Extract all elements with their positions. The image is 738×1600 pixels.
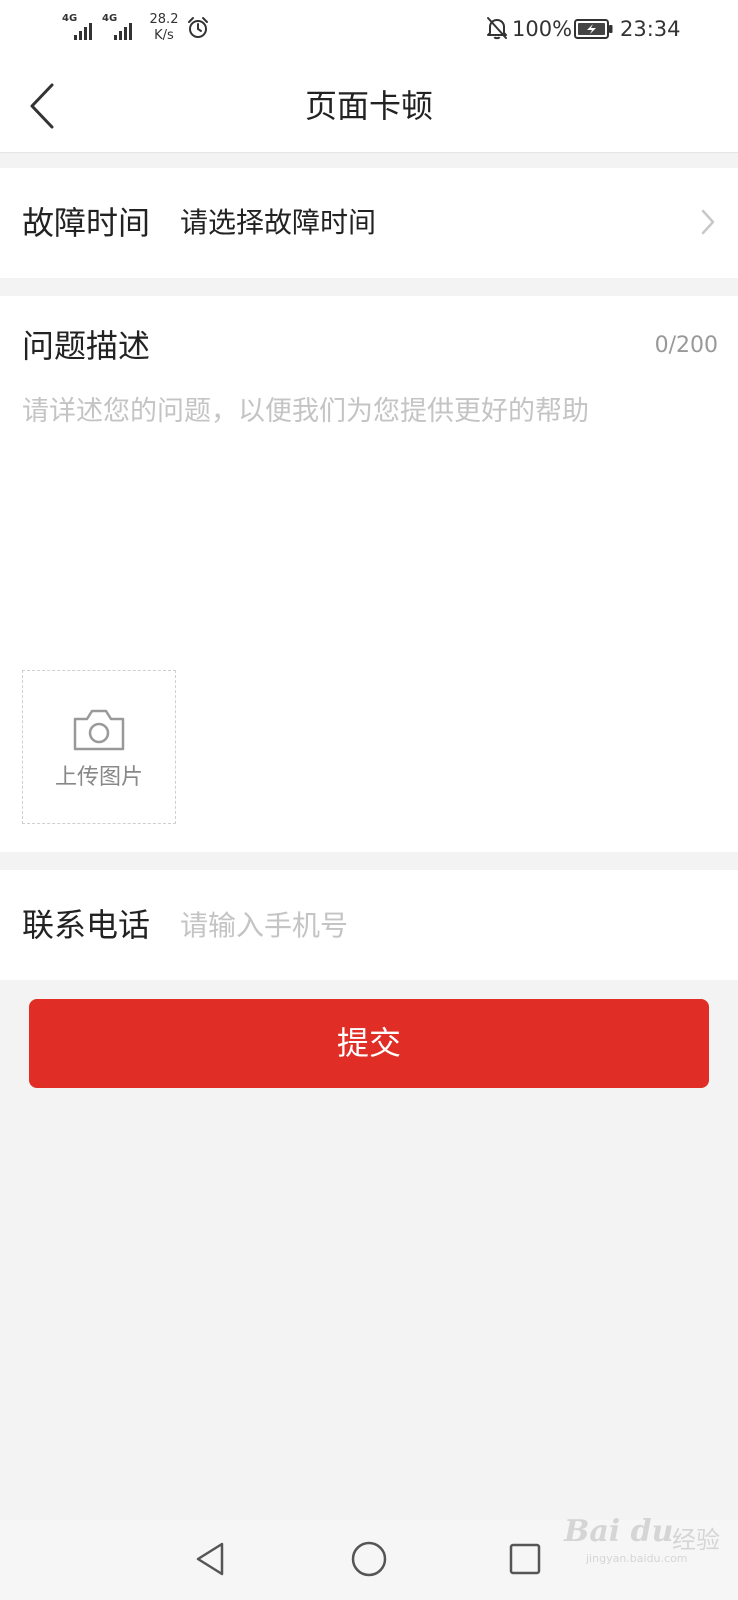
speed-unit: K/s [154, 28, 174, 43]
contact-phone-row: 联系电话 [0, 870, 738, 980]
problem-description-label: 问题描述 [22, 327, 151, 365]
network-speed: 28.2 K/s [146, 12, 182, 44]
nav-back-triangle-icon[interactable] [194, 1540, 228, 1578]
nav-recent-square-icon[interactable] [508, 1542, 542, 1576]
phone-number-input[interactable] [180, 900, 700, 950]
fault-time-value[interactable]: 请选择故障时间 [180, 168, 376, 278]
submit-button[interactable]: 提交 [29, 999, 709, 1088]
status-bar: 4G 4G 28.2 K/s 100% 23:34 [0, 0, 738, 60]
camera-icon [73, 709, 125, 751]
battery-charging-icon [574, 19, 613, 39]
fault-time-label: 故障时间 [22, 204, 151, 242]
page-title: 页面卡顿 [304, 87, 433, 125]
clock: 23:34 [620, 17, 681, 41]
alarm-icon [188, 17, 208, 38]
bell-muted-icon [487, 17, 507, 40]
signal-1-icon: 4G [62, 14, 102, 42]
chevron-right-icon [701, 209, 715, 235]
system-navigation-bar [0, 1520, 738, 1600]
signal-2-icon: 4G [102, 14, 142, 42]
contact-phone-label: 联系电话 [22, 906, 151, 944]
upload-image-label: 上传图片 [54, 765, 143, 790]
nav-header: 页面卡顿 [0, 60, 738, 153]
speed-value: 28.2 [149, 12, 179, 27]
upload-image-button[interactable]: 上传图片 [22, 670, 176, 824]
nav-home-circle-icon[interactable] [350, 1540, 388, 1578]
problem-description-textarea[interactable] [22, 392, 712, 622]
character-counter: 0/200 [654, 333, 718, 358]
problem-description-section: 问题描述 0/200 上传图片 [0, 296, 738, 852]
battery-percent: 100% [512, 17, 573, 41]
fault-time-row[interactable]: 故障时间 请选择故障时间 [0, 168, 738, 278]
